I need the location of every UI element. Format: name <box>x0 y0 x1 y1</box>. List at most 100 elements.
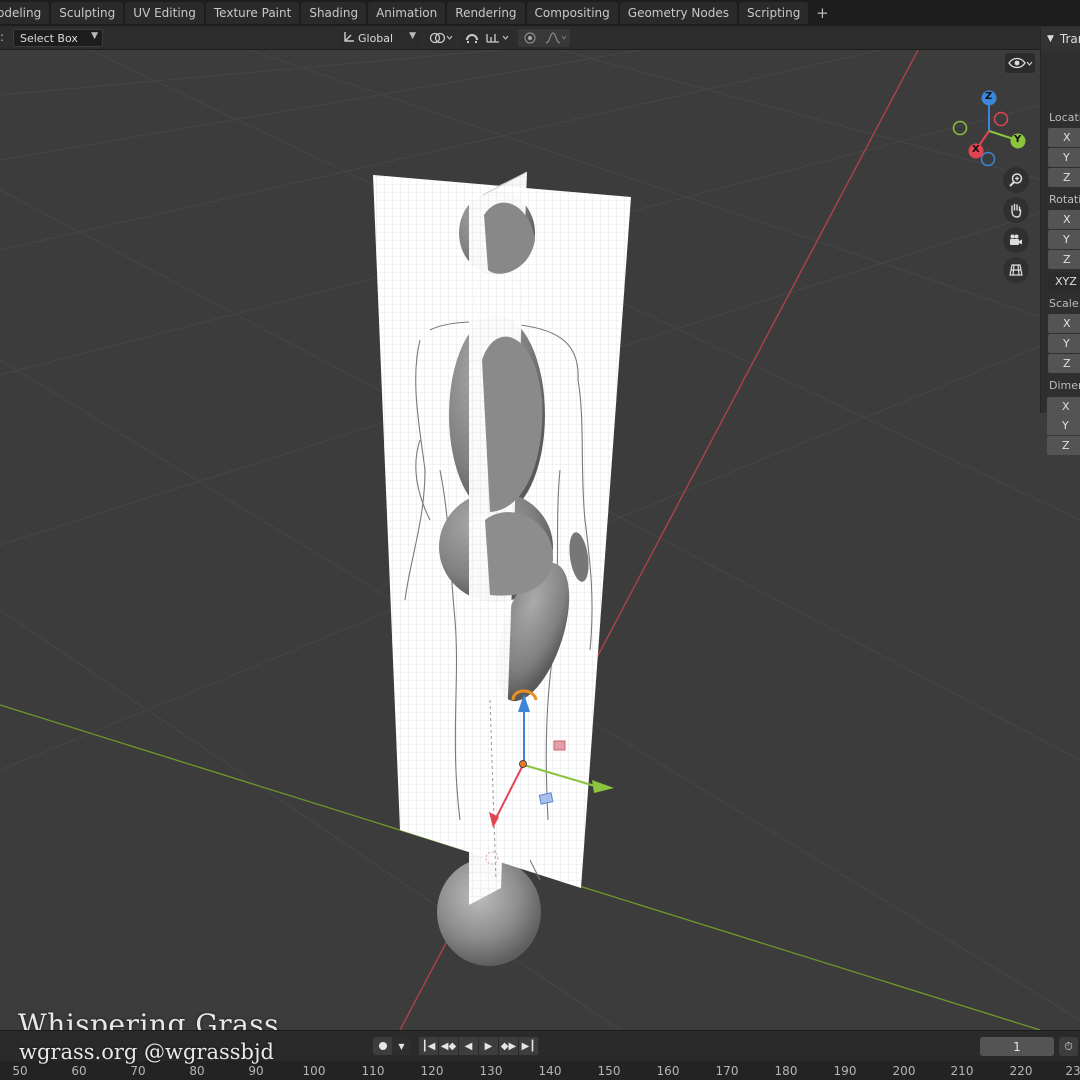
eye-icon <box>1008 57 1033 69</box>
tab-rendering[interactable]: Rendering <box>447 2 525 24</box>
snap-toggle-button[interactable] <box>461 29 483 47</box>
keying-controls: ▼ <box>373 1036 412 1056</box>
ortho-toggle-button[interactable] <box>1003 257 1029 283</box>
workspace-tabbar: odeling Sculpting UV Editing Texture Pai… <box>0 0 1080 26</box>
axis-label: Y <box>1063 151 1070 164</box>
ruler-tick: 180 <box>774 1064 798 1078</box>
axis-label: Z <box>1062 439 1070 452</box>
grid-ortho-icon <box>1009 264 1023 276</box>
gizmo-y-label: Y <box>1014 134 1022 145</box>
tab-scripting[interactable]: Scripting <box>739 2 809 24</box>
dimensions-z-field[interactable]: Z <box>1047 436 1080 455</box>
dimensions-y-field[interactable]: Y <box>1047 416 1080 435</box>
rotation-label: Rotatio <box>1049 193 1080 206</box>
axis-label: Y <box>1063 233 1070 246</box>
pivot-link-icon <box>429 32 453 44</box>
3d-viewport[interactable]: ▼ Z Y X <box>0 50 1080 1030</box>
navigation-gizmo[interactable]: Z Y X <box>946 88 1036 178</box>
axis-label: X <box>1063 131 1071 144</box>
auto-keying-button[interactable] <box>373 1037 392 1055</box>
keying-options-dropdown[interactable]: ▼ <box>392 1037 411 1055</box>
snap-increment-icon <box>486 34 509 43</box>
rotation-mode-dropdown[interactable]: XYZ E <box>1048 272 1080 291</box>
ruler-tick: 160 <box>656 1064 680 1078</box>
ruler-tick: 190 <box>833 1064 857 1078</box>
timer-icon[interactable]: ⏱ <box>1059 1037 1078 1056</box>
visibility-dropdown[interactable] <box>1005 53 1035 73</box>
mode-label-fragment: : <box>0 30 5 44</box>
jump-to-end-button[interactable]: ▶┃ <box>519 1037 538 1055</box>
axis-label: Z <box>1063 171 1071 184</box>
chevron-down-icon: ▼ <box>409 31 416 41</box>
camera-icon <box>1010 234 1022 245</box>
snap-target-dropdown[interactable] <box>483 29 513 47</box>
play-icon: ▶ <box>484 1040 493 1052</box>
tab-modeling[interactable]: odeling <box>0 2 50 24</box>
ruler-tick: 150 <box>597 1064 621 1078</box>
location-y-field[interactable]: Y <box>1048 148 1080 167</box>
scene-canvas[interactable] <box>0 50 1080 1030</box>
jump-start-icon: ┃◀ <box>421 1040 436 1052</box>
gizmo-x-label: X <box>972 144 980 155</box>
zoom-icon <box>1009 173 1023 187</box>
scale-x-field[interactable]: X <box>1048 314 1080 333</box>
rotation-y-field[interactable]: Y <box>1048 230 1080 249</box>
axis-label: X <box>1063 213 1071 226</box>
tab-animation[interactable]: Animation <box>368 2 446 24</box>
add-workspace-button[interactable]: + <box>812 3 832 23</box>
ruler-tick: 200 <box>892 1064 916 1078</box>
axis-label: X <box>1062 400 1070 413</box>
current-frame-field[interactable]: 1 <box>980 1037 1054 1056</box>
next-keyframe-icon: ◆▶ <box>500 1040 517 1052</box>
location-x-field[interactable]: X <box>1048 128 1080 147</box>
play-reverse-button[interactable]: ◀ <box>459 1037 478 1055</box>
axis-label: X <box>1063 317 1071 330</box>
transform-panel-title: Tran <box>1059 32 1080 46</box>
ruler-tick: 50 <box>12 1064 28 1078</box>
jump-to-start-button[interactable]: ┃◀ <box>419 1037 438 1055</box>
rotation-z-field[interactable]: Z <box>1048 250 1080 269</box>
axis-label: Y <box>1062 419 1069 432</box>
record-icon <box>378 1042 387 1050</box>
proportional-editing-button[interactable] <box>518 29 570 47</box>
location-z-field[interactable]: Z <box>1048 168 1080 187</box>
select-mode-value: Select Box <box>20 31 78 45</box>
pan-button[interactable] <box>1003 197 1029 223</box>
scale-y-field[interactable]: Y <box>1048 334 1080 353</box>
tab-compositing[interactable]: Compositing <box>526 2 618 24</box>
chevron-down-icon: ▼ <box>91 31 98 41</box>
proportional-falloff-icon <box>524 32 567 44</box>
ruler-tick: 23 <box>1065 1064 1080 1078</box>
ruler-tick: 130 <box>479 1064 503 1078</box>
tab-uv-editing[interactable]: UV Editing <box>125 2 204 24</box>
orientation-axes-icon <box>340 30 358 47</box>
tab-shading[interactable]: Shading <box>301 2 367 24</box>
play-button[interactable]: ▶ <box>479 1037 498 1055</box>
play-reverse-icon: ◀ <box>464 1040 473 1052</box>
ruler-tick: 70 <box>130 1064 146 1078</box>
pivot-point-button[interactable] <box>426 29 456 47</box>
select-mode-dropdown[interactable]: Select Box ▼ <box>13 29 103 47</box>
rotation-x-field[interactable]: X <box>1048 210 1080 229</box>
tab-sculpting[interactable]: Sculpting <box>51 2 124 24</box>
ruler-tick: 140 <box>538 1064 562 1078</box>
rotation-mode-value: XYZ E <box>1055 275 1080 288</box>
magnet-icon <box>466 34 478 43</box>
axis-label: Z <box>1063 253 1071 266</box>
watermark-subtitle: wgrass.org @wgrassbjd <box>19 1040 274 1064</box>
scale-z-field[interactable]: Z <box>1048 354 1080 373</box>
tab-texture-paint[interactable]: Texture Paint <box>205 2 300 24</box>
next-keyframe-button[interactable]: ◆▶ <box>499 1037 518 1055</box>
location-label: Locatio <box>1049 111 1080 124</box>
ruler-tick: 110 <box>361 1064 385 1078</box>
transform-panel-header[interactable]: ▼ Tran <box>1041 27 1080 51</box>
tab-geometry-nodes[interactable]: Geometry Nodes <box>619 2 737 24</box>
transform-orientation-dropdown[interactable]: Global ▼ <box>340 29 420 47</box>
dimensions-x-field[interactable]: X <box>1047 397 1080 416</box>
zoom-button[interactable] <box>1003 167 1029 193</box>
prev-keyframe-button[interactable]: ◀◆ <box>439 1037 458 1055</box>
ruler-tick: 120 <box>420 1064 444 1078</box>
collapse-triangle-icon: ▼ <box>1047 34 1054 44</box>
camera-view-button[interactable] <box>1003 227 1029 253</box>
ruler-tick: 220 <box>1009 1064 1033 1078</box>
